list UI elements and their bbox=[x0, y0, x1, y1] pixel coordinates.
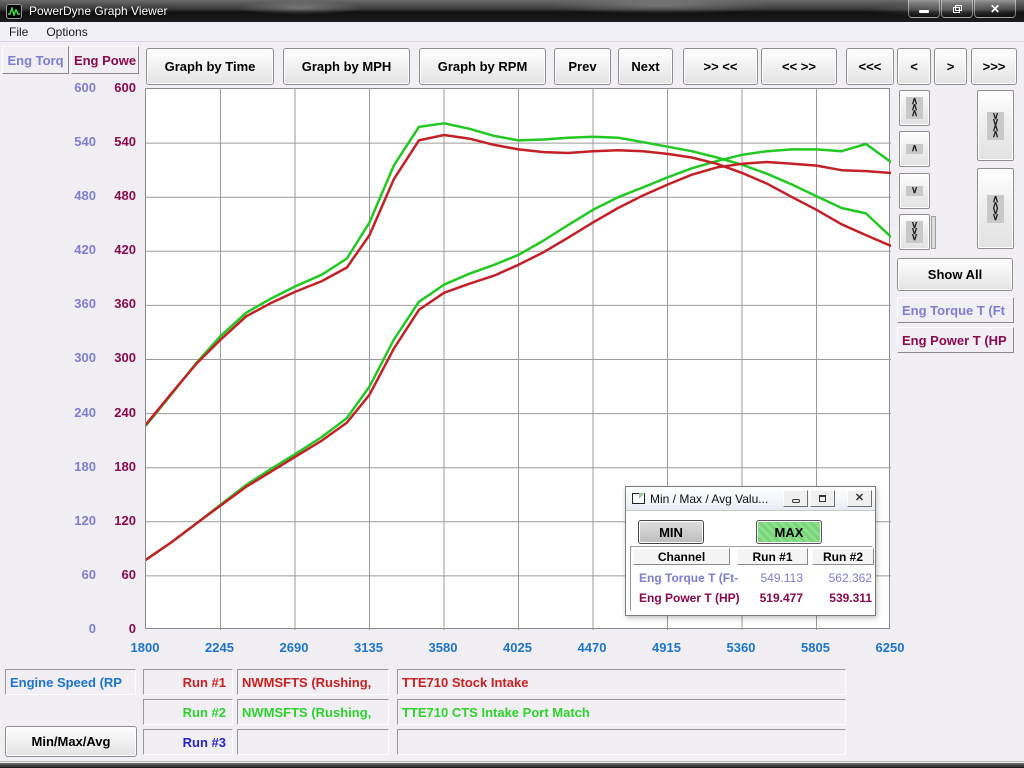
minmax-minimize-button[interactable] bbox=[783, 490, 808, 507]
close-icon: ✕ bbox=[990, 3, 1000, 15]
zoom-in-x-button[interactable]: >> << bbox=[683, 48, 758, 85]
power-axis-ticks: 600540480420360300240180120600 bbox=[92, 80, 136, 637]
window-title: PowerDyne Graph Viewer bbox=[29, 4, 168, 18]
run3-description-field[interactable] bbox=[397, 729, 846, 755]
next-button[interactable]: Next bbox=[618, 48, 673, 85]
minimize-icon bbox=[919, 10, 929, 13]
torque-axis-header[interactable]: Eng Torq bbox=[2, 46, 69, 74]
minmaxavg-button[interactable]: Min/Max/Avg bbox=[5, 726, 137, 757]
title-bar: PowerDyne Graph Viewer ✕ bbox=[0, 0, 1024, 22]
graph-by-time-button[interactable]: Graph by Time bbox=[146, 48, 274, 85]
close-button[interactable]: ✕ bbox=[974, 0, 1016, 18]
rpm-axis-ticks: 1800224526903135358040254470491553605805… bbox=[123, 640, 912, 655]
power-max-run2: 539.311 bbox=[808, 591, 872, 605]
run1-description-field[interactable]: TTE710 Stock Intake bbox=[397, 669, 846, 695]
run1-operator-field[interactable]: NWMSFTS (Rushing, bbox=[237, 669, 389, 695]
run3-label: Run #3 bbox=[143, 729, 233, 755]
scale-down-fast-button[interactable]: ∨∨∨ bbox=[899, 214, 930, 250]
close-icon: ✕ bbox=[855, 493, 864, 504]
triple-chevron-up-icon: ∧∧∧ bbox=[906, 97, 923, 119]
run2-description-field[interactable]: TTE710 CTS Intake Port Match bbox=[397, 699, 846, 725]
window-bottom-border bbox=[0, 763, 1024, 768]
run1-label: Run #1 bbox=[143, 669, 233, 695]
run3-operator-field[interactable] bbox=[237, 729, 389, 755]
torque-channel-button[interactable]: Eng Torque T (Ft bbox=[897, 297, 1014, 323]
powerdyne-window: PowerDyne Graph Viewer ✕ File Options En… bbox=[0, 0, 1024, 768]
torque-max-run1: 549.113 bbox=[737, 571, 803, 585]
minmax-values-window: Min / Max / Avg Valu... ✕ MIN MAX Channe… bbox=[625, 486, 876, 616]
graph-by-mph-button[interactable]: Graph by MPH bbox=[283, 48, 410, 85]
app-icon bbox=[6, 4, 22, 19]
power-max-run1: 519.477 bbox=[737, 591, 803, 605]
compress-scale-button[interactable]: ∨∨∧∧ bbox=[977, 90, 1014, 161]
scale-down-button[interactable]: ∨ bbox=[899, 173, 930, 209]
minmax-table: Channel Run #1 Run #2 Eng Torque T (Ft- … bbox=[630, 546, 873, 611]
expand-scale-button[interactable]: ∧∧∨∨ bbox=[977, 168, 1014, 249]
bottom-divider bbox=[0, 761, 1024, 762]
run2-operator-field[interactable]: NWMSFTS (Rushing, bbox=[237, 699, 389, 725]
restore-icon bbox=[819, 495, 826, 502]
menu-file[interactable]: File bbox=[0, 23, 37, 41]
minmax-close-button[interactable]: ✕ bbox=[847, 490, 872, 507]
torque-max-run2: 562.362 bbox=[808, 571, 872, 585]
minimize-button[interactable] bbox=[908, 0, 940, 18]
chevron-up-icon: ∧ bbox=[906, 144, 923, 154]
form-icon bbox=[632, 493, 645, 504]
zoom-out-x-button[interactable]: << >> bbox=[761, 48, 837, 85]
power-channel-button[interactable]: Eng Power T (HP bbox=[897, 327, 1014, 353]
run2-label: Run #2 bbox=[143, 699, 233, 725]
scale-up-fast-button[interactable]: ∧∧∧ bbox=[899, 90, 930, 126]
max-button[interactable]: MAX bbox=[756, 520, 822, 544]
table-row-torque-channel: Eng Torque T (Ft- bbox=[639, 571, 738, 585]
graph-by-rpm-button[interactable]: Graph by RPM bbox=[419, 48, 546, 85]
power-axis-header[interactable]: Eng Powe bbox=[71, 46, 139, 74]
column-header-run1[interactable]: Run #1 bbox=[737, 548, 808, 565]
table-row-power-channel: Eng Power T (HP) bbox=[639, 591, 740, 605]
scroll-far-left-button[interactable]: <<< bbox=[846, 48, 894, 85]
chevrons-outward-icon: ∧∧∨∨ bbox=[987, 195, 1004, 223]
scroll-far-right-button[interactable]: >>> bbox=[971, 48, 1017, 85]
min-button[interactable]: MIN bbox=[638, 520, 704, 544]
minmax-title-bar[interactable]: Min / Max / Avg Valu... ✕ bbox=[626, 487, 875, 511]
x-channel-field[interactable]: Engine Speed (RP bbox=[5, 669, 136, 695]
chevrons-inward-icon: ∨∨∧∧ bbox=[987, 112, 1004, 140]
minmax-window-title: Min / Max / Avg Valu... bbox=[650, 492, 768, 506]
minimize-icon bbox=[792, 499, 800, 503]
prev-button[interactable]: Prev bbox=[554, 48, 611, 85]
scroll-right-button[interactable]: > bbox=[934, 48, 967, 85]
scale-up-button[interactable]: ∧ bbox=[899, 131, 930, 167]
column-header-channel[interactable]: Channel bbox=[633, 548, 730, 565]
column-header-run2[interactable]: Run #2 bbox=[812, 548, 874, 565]
scroll-left-button[interactable]: < bbox=[897, 48, 931, 85]
menu-bar: File Options bbox=[0, 22, 1024, 42]
chevron-down-icon: ∨ bbox=[906, 186, 923, 196]
restore-icon bbox=[953, 5, 962, 13]
minmax-restore-button[interactable] bbox=[810, 490, 835, 507]
clipped-control-edge bbox=[931, 216, 936, 249]
torque-axis-ticks: 600540480420360300240180120600 bbox=[48, 80, 96, 637]
triple-chevron-down-icon: ∨∨∨ bbox=[906, 221, 923, 243]
restore-button[interactable] bbox=[941, 0, 973, 18]
menu-options[interactable]: Options bbox=[37, 23, 96, 41]
show-all-button[interactable]: Show All bbox=[897, 258, 1013, 291]
